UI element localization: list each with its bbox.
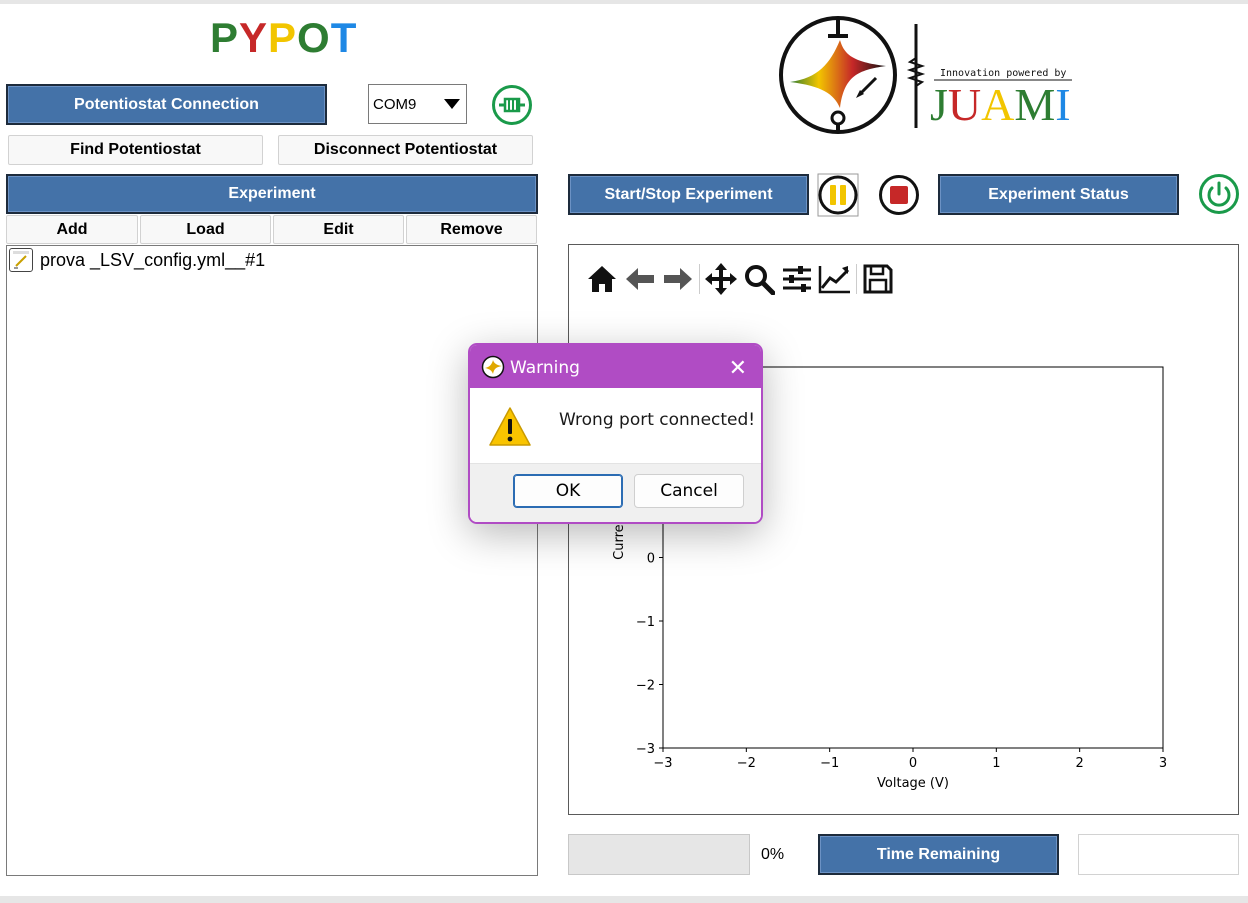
experiment-list[interactable]: prova _LSV_config.yml__#1 — [6, 245, 538, 876]
x-tick-label: 2 — [1076, 756, 1084, 771]
dialog-body: Wrong port connected! — [470, 388, 761, 463]
y-tick-label: −2 — [636, 679, 655, 694]
x-tick-label: −3 — [653, 756, 672, 771]
pause-icon[interactable] — [817, 173, 859, 217]
x-tick-label: 3 — [1159, 756, 1167, 771]
dialog-message: Wrong port connected! — [559, 410, 756, 430]
app-title-letter: P — [268, 14, 298, 61]
add-experiment-button[interactable]: Add — [6, 215, 138, 244]
time-remaining-value — [1078, 834, 1239, 875]
app-title-letter: P — [210, 14, 240, 61]
power-icon[interactable] — [1198, 173, 1240, 215]
plot-panel: −3−2−101230−1−2−3Voltage (V)Current (mA) — [568, 244, 1239, 815]
stop-icon[interactable] — [878, 174, 920, 216]
window-bottom-edge — [0, 896, 1248, 903]
window-top-edge — [0, 0, 1248, 4]
warning-icon — [488, 406, 532, 448]
port-select-value: COM9 — [373, 95, 417, 113]
dialog-title: Warning — [510, 358, 580, 378]
progress-percent: 0% — [761, 846, 785, 863]
start-stop-experiment-button[interactable]: Start/Stop Experiment — [568, 174, 809, 215]
juami-logo: Innovation powered by JUAMI — [778, 14, 1078, 136]
edit-experiment-button[interactable]: Edit — [273, 215, 404, 244]
app-title-letter: O — [297, 14, 331, 61]
remove-experiment-button[interactable]: Remove — [406, 215, 537, 244]
find-potentiostat-button[interactable]: Find Potentiostat — [8, 135, 263, 165]
experiment-progress-bar — [568, 834, 750, 875]
list-item[interactable]: prova _LSV_config.yml__#1 — [9, 248, 265, 272]
app-title: PYPOT — [210, 14, 357, 62]
y-tick-label: 0 — [647, 552, 655, 567]
y-tick-label: −3 — [636, 742, 655, 757]
port-select[interactable]: COM9 — [368, 84, 467, 124]
chevron-down-icon — [444, 99, 460, 109]
logo-brand: JUAMI — [930, 79, 1071, 130]
experiment-status-header: Experiment Status — [938, 174, 1179, 215]
x-tick-label: −2 — [737, 756, 756, 771]
app-title-letter: T — [330, 14, 358, 61]
dialog-titlebar[interactable]: Warning ✕ — [470, 345, 761, 388]
app-title-letter: Y — [239, 14, 269, 61]
x-tick-label: 0 — [909, 756, 917, 771]
list-item-label: prova _LSV_config.yml__#1 — [40, 249, 266, 270]
x-tick-label: −1 — [820, 756, 839, 771]
y-tick-label: −1 — [636, 615, 655, 630]
potentiostat-connection-header: Potentiostat Connection — [6, 84, 327, 125]
config-file-icon — [9, 248, 33, 272]
ok-button[interactable]: OK — [513, 474, 623, 508]
app-logo-icon — [481, 355, 505, 379]
experiment-header: Experiment — [6, 174, 538, 214]
connector-icon — [491, 84, 533, 126]
time-remaining-header: Time Remaining — [818, 834, 1059, 875]
dialog-footer: OK Cancel — [470, 463, 761, 522]
disconnect-potentiostat-button[interactable]: Disconnect Potentiostat — [278, 135, 533, 165]
x-axis-label: Voltage (V) — [877, 776, 949, 791]
x-tick-label: 1 — [992, 756, 1000, 771]
load-experiment-button[interactable]: Load — [140, 215, 271, 244]
warning-dialog: Warning ✕ Wrong port connected! OK Cance… — [468, 343, 763, 524]
logo-tagline: Innovation powered by — [940, 68, 1066, 79]
cancel-button[interactable]: Cancel — [634, 474, 744, 508]
close-icon[interactable]: ✕ — [729, 356, 747, 381]
iv-chart: −3−2−101230−1−2−3Voltage (V)Current (mA) — [612, 366, 1167, 791]
